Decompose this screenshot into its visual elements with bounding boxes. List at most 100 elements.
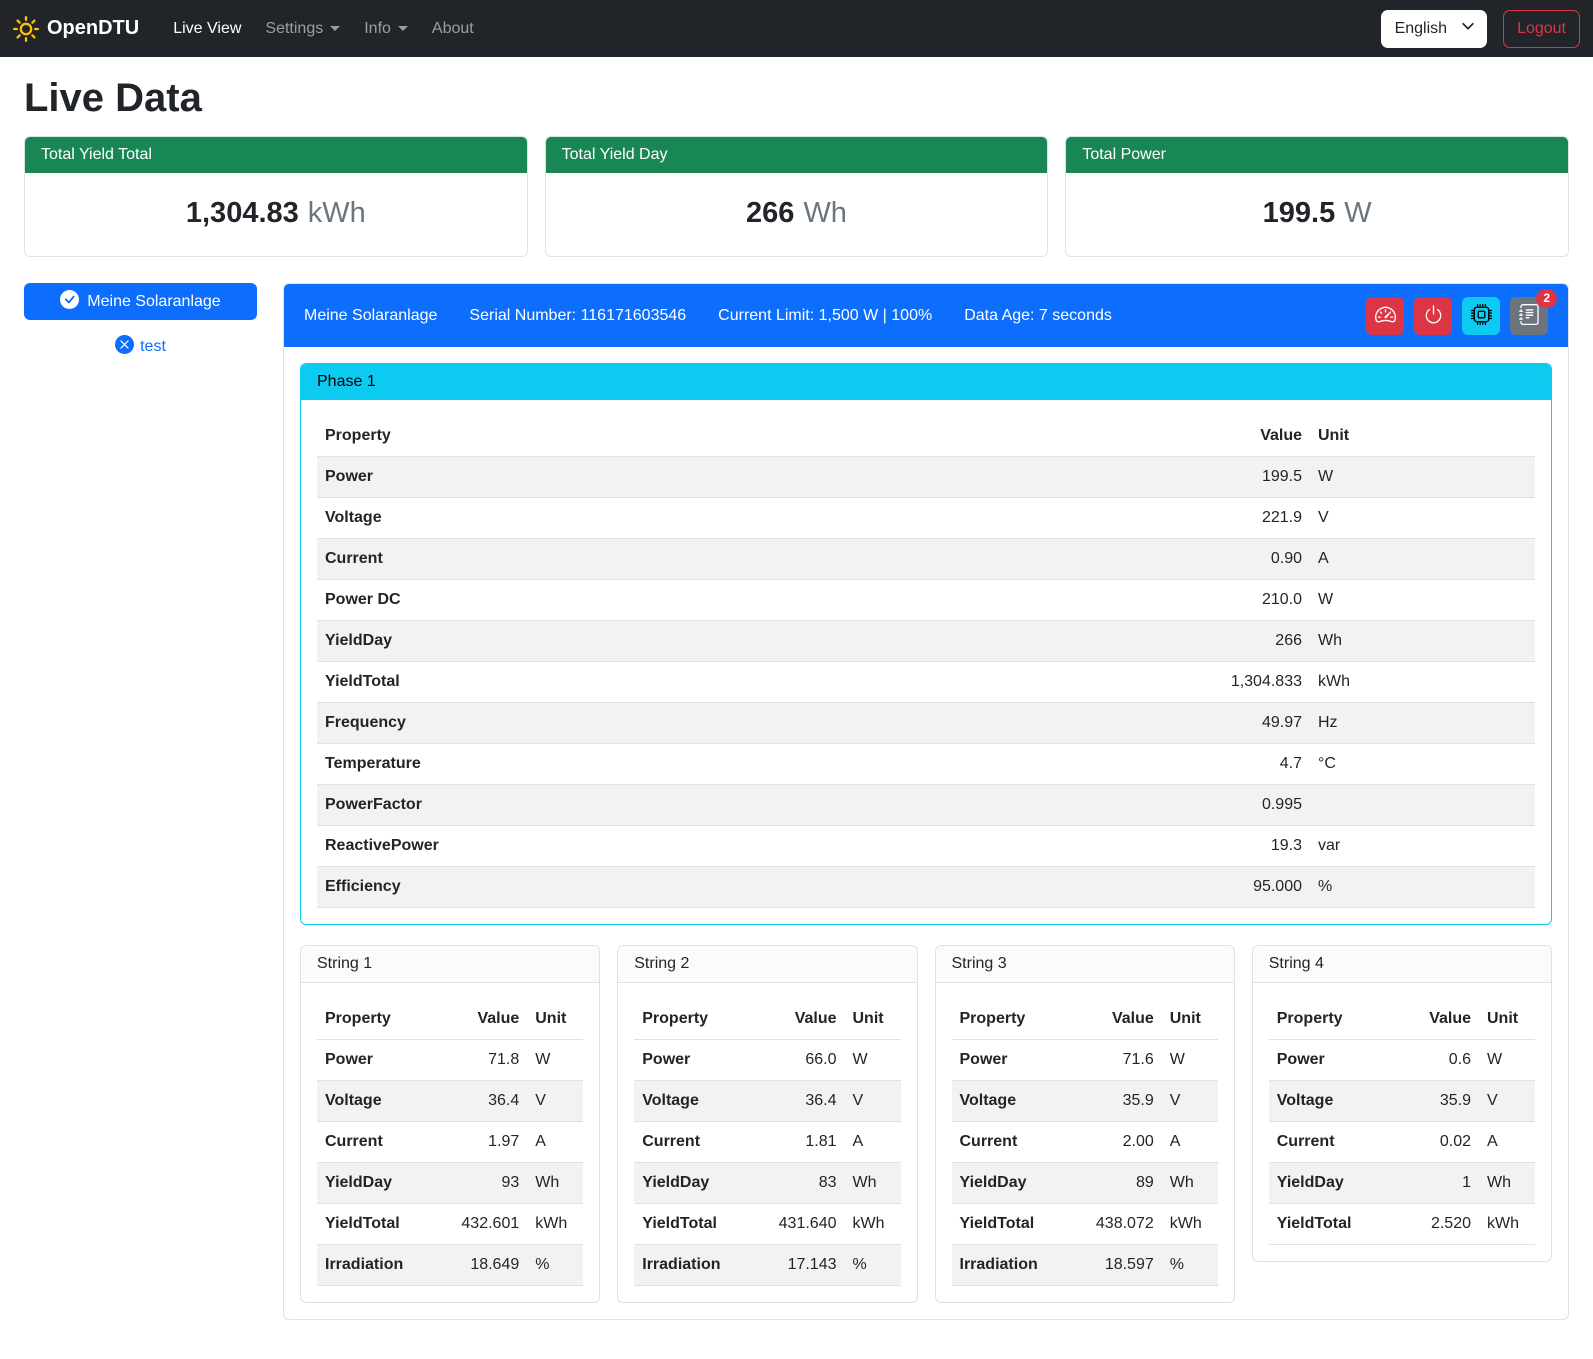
property-cell: Voltage <box>1269 1081 1389 1122</box>
value-cell: 36.4 <box>437 1081 527 1122</box>
value-cell: 93 <box>437 1163 527 1204</box>
table-row: Current1.97A <box>317 1122 583 1163</box>
property-cell: Power <box>634 1040 754 1081</box>
nav-item-label: About <box>432 20 474 38</box>
value-cell: 199.5 <box>1180 457 1310 498</box>
table-row: YieldDay1Wh <box>1269 1163 1535 1204</box>
unit-cell: W <box>1162 1040 1218 1081</box>
property-cell: Frequency <box>317 703 1180 744</box>
table-row: Irradiation18.649% <box>317 1245 583 1286</box>
property-cell: YieldDay <box>634 1163 754 1204</box>
gauge-icon <box>1375 304 1396 328</box>
nav-item-label: Live View <box>173 20 241 38</box>
inverter-name-label: test <box>140 338 166 356</box>
column-header-property: Property <box>952 999 1072 1040</box>
property-cell: Temperature <box>317 744 1180 785</box>
value-cell: 0.6 <box>1389 1040 1479 1081</box>
table-row: Current1.81A <box>634 1122 900 1163</box>
property-cell: YieldTotal <box>634 1204 754 1245</box>
property-cell: YieldDay <box>317 621 1180 662</box>
unit-cell: V <box>1162 1081 1218 1122</box>
card-body: 199.5 W <box>1066 173 1568 256</box>
table-row: Power66.0W <box>634 1040 900 1081</box>
nav-item-about[interactable]: About <box>420 12 486 46</box>
unit-cell: A <box>1479 1122 1535 1163</box>
property-cell: Current <box>317 1122 437 1163</box>
value-cell: 1,304.833 <box>1180 662 1310 703</box>
property-cell: YieldTotal <box>317 1204 437 1245</box>
string-table: Property Value Unit Power0.6WVoltage35.9… <box>1269 999 1535 1245</box>
table-row: Power199.5W <box>317 457 1535 498</box>
event-count-badge: 2 <box>1536 289 1557 308</box>
nav-item-info[interactable]: Info <box>352 12 420 46</box>
value-cell: 66.0 <box>755 1040 845 1081</box>
inverter-name-label: Meine Solaranlage <box>87 293 220 311</box>
strings-grid: String 1 Property Value Unit <box>300 945 1552 1303</box>
property-cell: Current <box>634 1122 754 1163</box>
language-select[interactable]: English <box>1381 10 1487 48</box>
power-icon <box>1423 304 1444 328</box>
property-cell: Current <box>1269 1122 1389 1163</box>
top-navbar: OpenDTU Live View Settings Info About En… <box>0 0 1593 57</box>
card-title: Total Yield Total <box>25 137 527 173</box>
logout-button[interactable]: Logout <box>1503 10 1580 48</box>
phase-body: Property Value Unit Power199.5WVoltage22… <box>301 400 1551 924</box>
table-row: Efficiency95.000% <box>317 867 1535 908</box>
table-row: YieldTotal2.520kWh <box>1269 1204 1535 1245</box>
string-2-card: String 2 Property Value Unit <box>617 945 917 1303</box>
value-cell: 432.601 <box>437 1204 527 1245</box>
limit-settings-button[interactable] <box>1366 297 1404 335</box>
unit-cell: W <box>1479 1040 1535 1081</box>
inverter-item-test[interactable]: test <box>24 335 257 359</box>
table-row: Irradiation18.597% <box>952 1245 1218 1286</box>
inverter-name: Meine Solaranlage <box>304 307 437 325</box>
table-row: YieldTotal431.640kWh <box>634 1204 900 1245</box>
column-header-unit: Unit <box>1479 999 1535 1040</box>
property-cell: Current <box>952 1122 1072 1163</box>
column-header-property: Property <box>634 999 754 1040</box>
summary-cards: Total Yield Total 1,304.83 kWh Total Yie… <box>24 136 1569 257</box>
value-cell: 4.7 <box>1180 744 1310 785</box>
device-info-button[interactable] <box>1462 297 1500 335</box>
value-cell: 210.0 <box>1180 580 1310 621</box>
property-cell: Efficiency <box>317 867 1180 908</box>
inverter-selected-button[interactable]: Meine Solaranlage <box>24 283 257 320</box>
card-unit: W <box>1344 197 1371 230</box>
nav-item-settings[interactable]: Settings <box>253 12 352 46</box>
table-row: YieldDay93Wh <box>317 1163 583 1204</box>
unit-cell: W <box>1310 580 1535 621</box>
table-row: YieldTotal438.072kWh <box>952 1204 1218 1245</box>
card-title: Total Yield Day <box>546 137 1048 173</box>
card-title: Total Power <box>1066 137 1568 173</box>
column-header-value: Value <box>1180 416 1310 457</box>
cpu-icon <box>1471 304 1492 328</box>
string-body: Property Value Unit Power66.0WVoltage36.… <box>618 983 916 1302</box>
table-row: Voltage36.4V <box>317 1081 583 1122</box>
column-header-unit: Unit <box>527 999 583 1040</box>
column-header-unit: Unit <box>1310 416 1535 457</box>
column-header-unit: Unit <box>845 999 901 1040</box>
value-cell: 0.995 <box>1180 785 1310 826</box>
property-cell: YieldDay <box>952 1163 1072 1204</box>
column-header-value: Value <box>437 999 527 1040</box>
nav-item-live-view[interactable]: Live View <box>161 12 253 46</box>
unit-cell <box>1310 785 1535 826</box>
table-row: Temperature4.7°C <box>317 744 1535 785</box>
value-cell: 71.6 <box>1072 1040 1162 1081</box>
inverter-card: Meine Solaranlage Serial Number: 1161716… <box>283 283 1569 1320</box>
events-button[interactable]: 2 <box>1510 297 1548 335</box>
table-row: Current0.90A <box>317 539 1535 580</box>
value-cell: 2.520 <box>1389 1204 1479 1245</box>
table-row: PowerFactor0.995 <box>317 785 1535 826</box>
table-row: YieldDay83Wh <box>634 1163 900 1204</box>
property-cell: Voltage <box>317 1081 437 1122</box>
string-title: String 2 <box>618 946 916 983</box>
unit-cell: A <box>1310 539 1535 580</box>
property-cell: PowerFactor <box>317 785 1180 826</box>
power-button[interactable] <box>1414 297 1452 335</box>
card-value: 1,304.83 <box>186 197 299 230</box>
property-cell: YieldTotal <box>317 662 1180 703</box>
value-cell: 1.97 <box>437 1122 527 1163</box>
unit-cell: % <box>527 1245 583 1286</box>
table-header-row: Property Value Unit <box>317 416 1535 457</box>
